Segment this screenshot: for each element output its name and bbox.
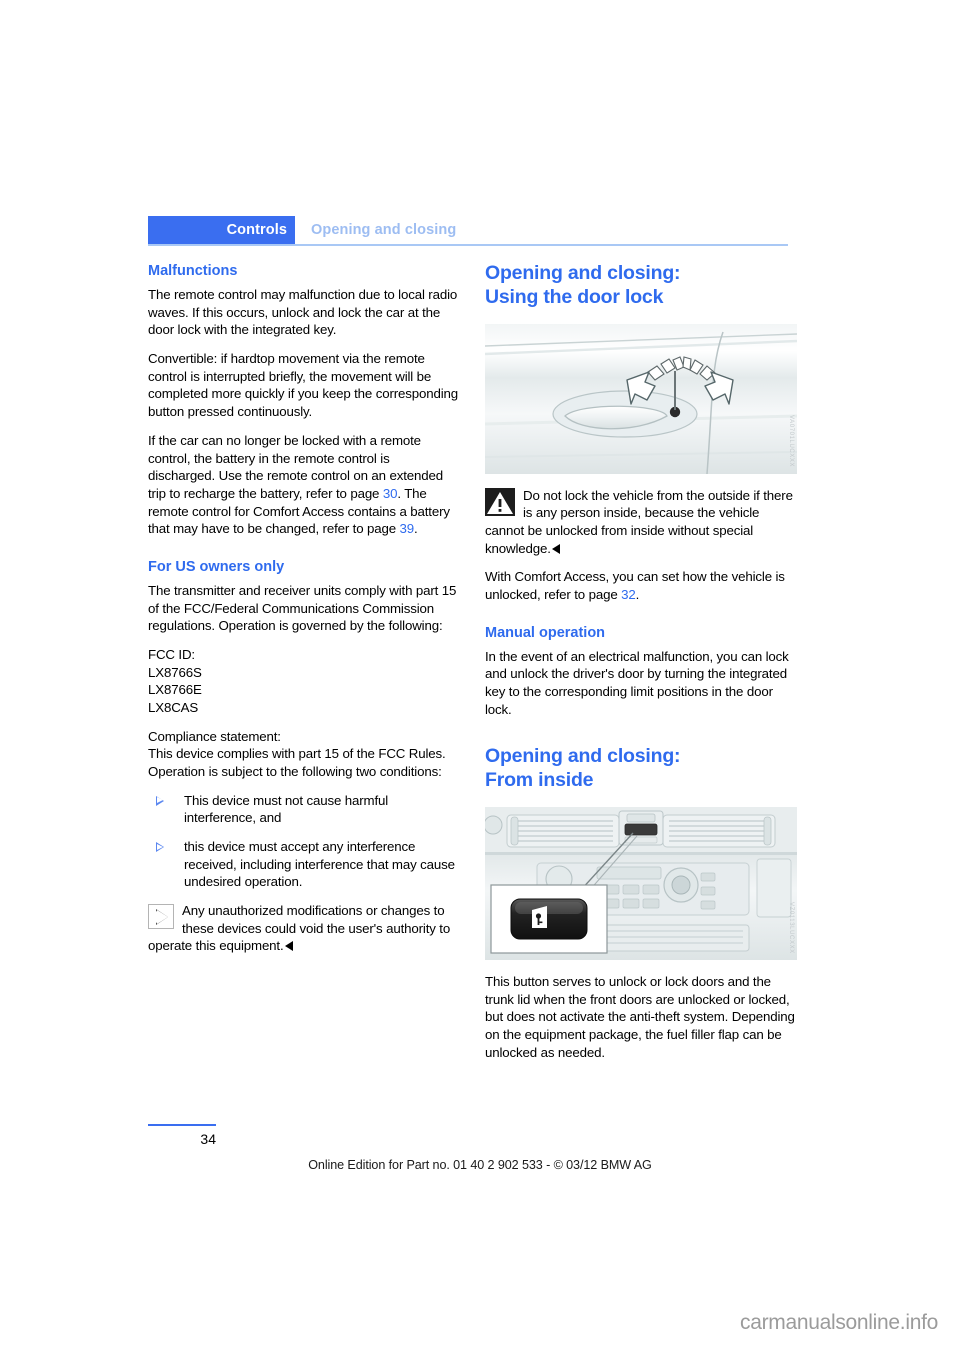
paragraph-remote-malfunction: The remote control may malfunction due t… — [148, 287, 458, 338]
header-divider — [148, 244, 788, 246]
end-of-note-marker — [284, 941, 293, 952]
fcc-id-block: FCC ID: LX8766S LX8766E LX8CAS — [148, 646, 460, 717]
page-ref-39[interactable]: 39 — [400, 521, 415, 536]
compliance-statement-block: Compliance statement: This device compli… — [148, 728, 460, 781]
page-header: Controls Opening and closing — [148, 216, 788, 246]
site-watermark: carmanualsonline.info — [740, 1311, 938, 1334]
bullet-text-2: this device must accept any interference… — [184, 839, 455, 890]
paragraph-manual-operation: In the event of an electrical malfunctio… — [485, 648, 789, 717]
heading-line-1: Opening and closing: — [485, 745, 681, 768]
fcc-id-label: FCC ID: — [148, 647, 195, 662]
paragraph-battery-discharged: If the car can no longer be locked with … — [148, 432, 460, 538]
heading-malfunctions: Malfunctions — [148, 263, 238, 279]
paragraph-convertible-hardtop: Convertible: if hardtop movement via the… — [148, 351, 459, 420]
left-column: Malfunctions The remote control may malf… — [148, 262, 460, 966]
page-number: 34 — [200, 1131, 216, 1147]
list-item: this device must accept any interference… — [148, 838, 460, 891]
note-unauthorized-modifications: Any unauthorized modifications or change… — [148, 902, 460, 955]
triangle-bullet-icon — [156, 795, 164, 806]
page-ref-32[interactable]: 32 — [621, 587, 636, 602]
heading-manual-operation: Manual operation — [485, 624, 606, 641]
paragraph-comfort-access: With Comfort Access, you can set how the… — [485, 568, 797, 603]
warning-text: Do not lock the vehicle from the outside… — [485, 487, 793, 556]
figure-center-console: VZ0113LUCXXX — [485, 806, 797, 960]
paragraph-button-function: This button serves to unlock or lock doo… — [485, 973, 795, 1060]
online-edition-notice: Online Edition for Part no. 01 40 2 902 … — [308, 1158, 652, 1172]
page-ref-30[interactable]: 30 — [383, 486, 398, 501]
compliance-statement-label: Compliance statement: — [148, 728, 281, 744]
header-chapter-label: Controls — [148, 216, 295, 244]
heading-line-2: Using the door lock — [485, 285, 664, 308]
note-triangle-icon — [148, 904, 174, 930]
right-column: Opening and closing: Using the door lock — [485, 262, 797, 1072]
center-console-illustration — [485, 806, 797, 960]
fcc-id-1: LX8766S — [148, 664, 202, 680]
heading-line-1: Opening and closing: — [485, 262, 681, 284]
heading-using-the-door-lock: Opening and closing: Using the door lock — [485, 262, 797, 310]
comfort-text-part2: . — [635, 586, 640, 602]
heading-us-owners: For US owners only — [148, 558, 285, 575]
note-text: Any unauthorized modifications or change… — [148, 903, 451, 954]
heading-from-inside: Opening and closing: From inside — [485, 745, 797, 793]
header-section-label: Opening and closing — [311, 222, 457, 238]
end-of-warning-marker — [551, 543, 560, 554]
figure-door-lock: VA0701LUCXXX — [485, 323, 797, 474]
triangle-bullet-icon — [156, 842, 164, 853]
list-item: This device must not cause harmful inter… — [148, 792, 460, 827]
manual-page: Controls Opening and closing Malfunction… — [0, 0, 960, 1358]
fcc-id-2: LX8766E — [148, 682, 202, 698]
warning-do-not-lock-with-person-inside: Do not lock the vehicle from the outside… — [485, 487, 797, 558]
figure-code-center-console: VZ0113LUCXXX — [788, 902, 794, 954]
figure-code-door-lock: VA0701LUCXXX — [788, 415, 794, 468]
door-lock-illustration — [485, 323, 797, 474]
paragraph-fcc-compliance: The transmitter and receiver units compl… — [148, 582, 457, 634]
fcc-id-3: LX8CAS — [148, 700, 199, 716]
bullet-text-1: This device must not cause harmful inter… — [184, 792, 389, 826]
compliance-statement-text: This device complies with part 15 of the… — [148, 746, 446, 780]
warning-triangle-icon — [485, 487, 515, 516]
footer-divider — [148, 1124, 216, 1126]
battery-text-part3: . — [414, 521, 418, 537]
heading-line-2: From inside — [485, 769, 594, 792]
